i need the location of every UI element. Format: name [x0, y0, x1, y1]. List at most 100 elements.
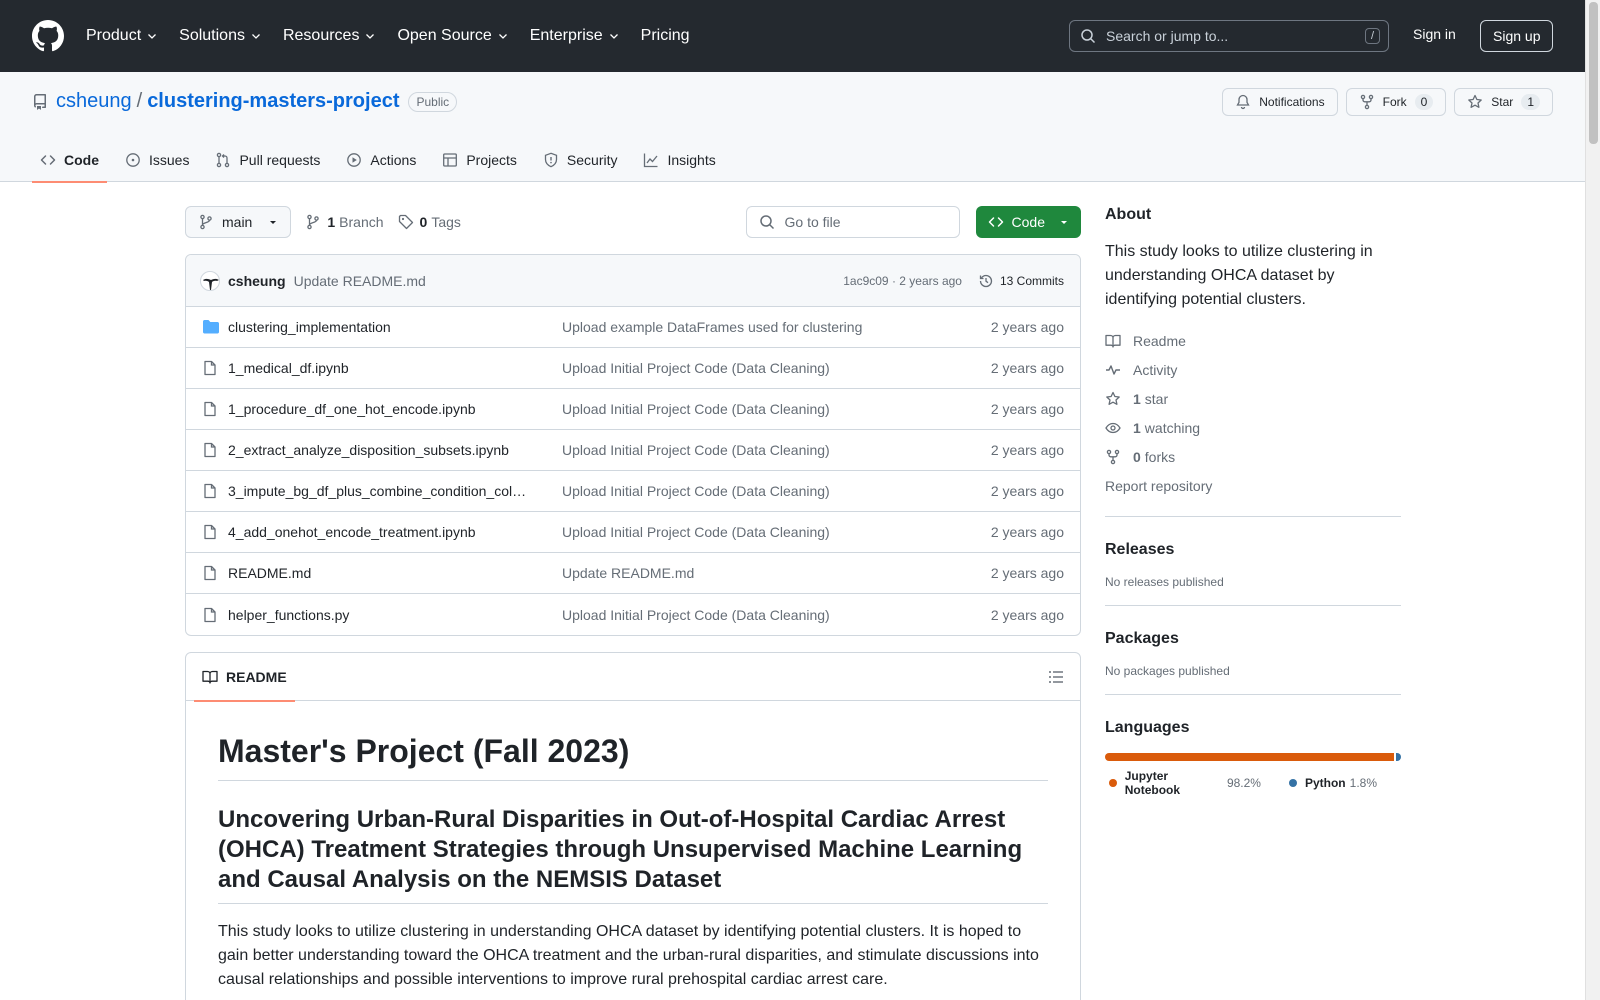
file-name-link[interactable]: 1_procedure_df_one_hot_encode.ipynb: [228, 401, 558, 417]
go-to-file-placeholder: Go to file: [784, 214, 841, 230]
file-name-link[interactable]: clustering_implementation: [228, 319, 558, 335]
github-logo-icon[interactable]: [32, 20, 64, 52]
languages-section: Languages Jupyter Notebook 98.2% Python 1.8…: [1105, 694, 1401, 797]
branch-selector[interactable]: main: [185, 206, 292, 238]
releases-title[interactable]: Releases: [1105, 541, 1401, 559]
file-icon-wrap: [202, 565, 220, 581]
nav-item-solutions[interactable]: Solutions: [179, 27, 262, 45]
code-icon: [40, 155, 56, 165]
code-dropdown-button[interactable]: Code: [975, 206, 1081, 238]
fork-button[interactable]: Fork 0: [1345, 88, 1447, 116]
language-color-dot: [1109, 779, 1117, 787]
repo-name-link[interactable]: clustering-masters-project: [147, 90, 399, 113]
file-commit-message[interactable]: Upload Initial Project Code (Data Cleani…: [562, 442, 991, 458]
shield-icon: [544, 152, 558, 168]
scrollbar-thumb[interactable]: [1589, 2, 1598, 144]
commits-link[interactable]: 13 Commits: [978, 273, 1064, 289]
forks-count: 0: [1133, 448, 1141, 465]
about-title: About: [1105, 206, 1152, 223]
nav-item-enterprise[interactable]: Enterprise: [530, 27, 620, 45]
stars-link[interactable]: 1 star: [1105, 384, 1401, 413]
star-button[interactable]: Star 1: [1454, 88, 1553, 116]
file-name-link[interactable]: 1_medical_df.ipynb: [228, 360, 558, 376]
tab-pull-requests[interactable]: Pull requests: [207, 138, 328, 182]
tab-security[interactable]: Security: [535, 138, 626, 182]
go-to-file-input[interactable]: Go to file: [745, 206, 960, 238]
file-name-link[interactable]: 2_extract_analyze_disposition_subsets.ip…: [228, 442, 558, 458]
language-percent: 1.8%: [1349, 776, 1377, 790]
file-commit-message[interactable]: Upload Initial Project Code (Data Cleani…: [562, 360, 991, 376]
nav-item-open-source[interactable]: Open Source: [397, 27, 508, 45]
commit-message[interactable]: Update README.md: [294, 273, 426, 289]
forks-label: forks: [1144, 448, 1176, 465]
file-commit-message[interactable]: Upload Initial Project Code (Data Cleani…: [562, 524, 991, 540]
pulse-icon: [1106, 364, 1120, 375]
file-name-link[interactable]: README.md: [228, 565, 558, 581]
file-commit-message[interactable]: Update README.md: [562, 565, 991, 581]
file-list: clustering_implementation Upload example …: [186, 307, 1080, 635]
file-icon: [204, 607, 216, 622]
language-item[interactable]: Jupyter Notebook 98.2%: [1105, 769, 1261, 797]
file-name-link[interactable]: helper_functions.py: [228, 607, 558, 623]
file-commit-message[interactable]: Upload Initial Project Code (Data Cleani…: [562, 607, 991, 623]
readme-panel: README Master's Project (Fall 2023) Unco…: [185, 652, 1081, 1000]
branches-link[interactable]: 1 Branch: [305, 214, 384, 230]
bell-icon: [1236, 94, 1250, 110]
search-icon: [759, 215, 774, 230]
file-commit-date: 2 years ago: [990, 524, 1064, 540]
tab-issues[interactable]: Issues: [117, 138, 197, 182]
forks-link[interactable]: 0 forks: [1105, 442, 1401, 471]
sign-in-link[interactable]: Sign in: [1413, 26, 1456, 42]
avatar[interactable]: [200, 270, 220, 291]
tab-projects[interactable]: Projects: [434, 138, 525, 182]
page-scrollbar[interactable]: [1585, 0, 1600, 1000]
branch-count: 1: [327, 214, 336, 230]
notifications-button[interactable]: Notifications: [1222, 88, 1338, 116]
fork-icon: [1106, 449, 1120, 464]
search-placeholder: Search or jump to...: [1106, 28, 1229, 44]
tags-link[interactable]: 0 Tags: [398, 214, 461, 230]
language-item[interactable]: Python 1.8%: [1285, 769, 1377, 797]
readme-tab[interactable]: README: [194, 653, 295, 702]
tab-insights[interactable]: Insights: [635, 138, 723, 182]
search-input[interactable]: Search or jump to... /: [1069, 20, 1389, 52]
commit-hash-time[interactable]: 1ac9c09 · 2 years ago: [843, 274, 962, 288]
stars-count: 1: [1133, 390, 1141, 407]
file-commit-message[interactable]: Upload Initial Project Code (Data Cleani…: [562, 483, 991, 499]
file-icon-wrap: [202, 483, 220, 499]
tab-actions[interactable]: Actions: [338, 138, 424, 182]
repo-title: csheung / clustering-masters-project Pub…: [32, 90, 458, 113]
table-row: 1_procedure_df_one_hot_encode.ipynb Uploa…: [186, 389, 1080, 430]
watching-count: 1: [1133, 419, 1141, 436]
list-icon[interactable]: [1048, 669, 1064, 685]
tab-code[interactable]: Code: [32, 138, 107, 183]
repo-owner-link[interactable]: csheung: [56, 90, 132, 113]
history-icon: [979, 274, 993, 287]
nav-item-product[interactable]: Product: [86, 27, 158, 45]
activity-link[interactable]: Activity: [1105, 355, 1401, 384]
file-icon: [204, 401, 216, 417]
avatar-image-icon: [203, 278, 219, 290]
file-commit-message[interactable]: Upload example DataFrames used for clust…: [562, 319, 991, 335]
file-browser: csheung Update README.md 1ac9c09 · 2 yea…: [185, 254, 1081, 636]
tab-label: Issues: [149, 152, 190, 168]
repo-title-separator: /: [136, 90, 143, 112]
packages-title[interactable]: Packages: [1105, 630, 1401, 648]
sign-up-button[interactable]: Sign up: [1480, 20, 1554, 52]
file-commit-message[interactable]: Upload Initial Project Code (Data Cleani…: [562, 401, 991, 417]
file-name-link[interactable]: 4_add_onehot_encode_treatment.ipynb: [228, 524, 558, 540]
readme-link[interactable]: Readme: [1105, 326, 1401, 355]
nav-item-pricing[interactable]: Pricing: [641, 27, 690, 45]
nav-item-resources[interactable]: Resources: [283, 27, 376, 45]
report-repository-link[interactable]: Report repository: [1105, 471, 1401, 500]
nav-item-label: Open Source: [397, 27, 492, 44]
tab-label: Code: [64, 152, 99, 168]
file-toolbar: main 1 Branch 0 Tags Go to file Code: [185, 206, 1081, 238]
repo-tabs: Code Issues Pull requests Actions Projects Se…: [32, 138, 734, 183]
watching-link[interactable]: 1 watching: [1105, 413, 1401, 442]
languages-bar: [1105, 753, 1401, 761]
branch-icon: [200, 214, 212, 230]
file-name-link[interactable]: 3_impute_bg_df_plus_combine_condition_co…: [228, 483, 558, 499]
language-color-dot: [1288, 779, 1297, 787]
commit-author[interactable]: csheung: [228, 273, 286, 289]
